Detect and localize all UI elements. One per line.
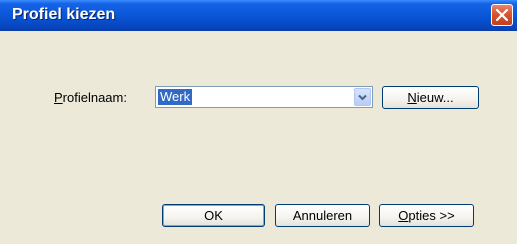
profile-name-label-mnemonic: P (54, 90, 63, 105)
new-button-mnemonic: N (407, 90, 417, 105)
new-button-label: ieuw... (416, 90, 454, 105)
close-icon (496, 9, 508, 21)
profile-name-label-text: rofielnaam: (62, 90, 127, 105)
title-bar[interactable]: Profiel kiezen (0, 0, 517, 31)
profile-name-selected-value: Werk (158, 89, 193, 105)
ok-button[interactable]: OK (162, 204, 265, 227)
options-button-label: pties >> (408, 208, 455, 223)
close-button[interactable] (491, 4, 513, 26)
options-button-mnemonic: O (398, 208, 409, 223)
profile-name-label: Profielnaam: (54, 90, 127, 105)
dialog-window: Profiel kiezen Profielnaam: Werk Nieuw..… (0, 0, 517, 244)
cancel-button[interactable]: Annuleren (275, 204, 370, 227)
dropdown-button[interactable] (354, 88, 371, 106)
options-button[interactable]: Opties >> (379, 204, 474, 227)
chevron-down-icon (358, 94, 367, 101)
new-profile-button[interactable]: Nieuw... (382, 86, 479, 109)
window-title: Profiel kiezen (12, 6, 116, 23)
profile-name-dropdown[interactable]: Werk (155, 86, 373, 108)
